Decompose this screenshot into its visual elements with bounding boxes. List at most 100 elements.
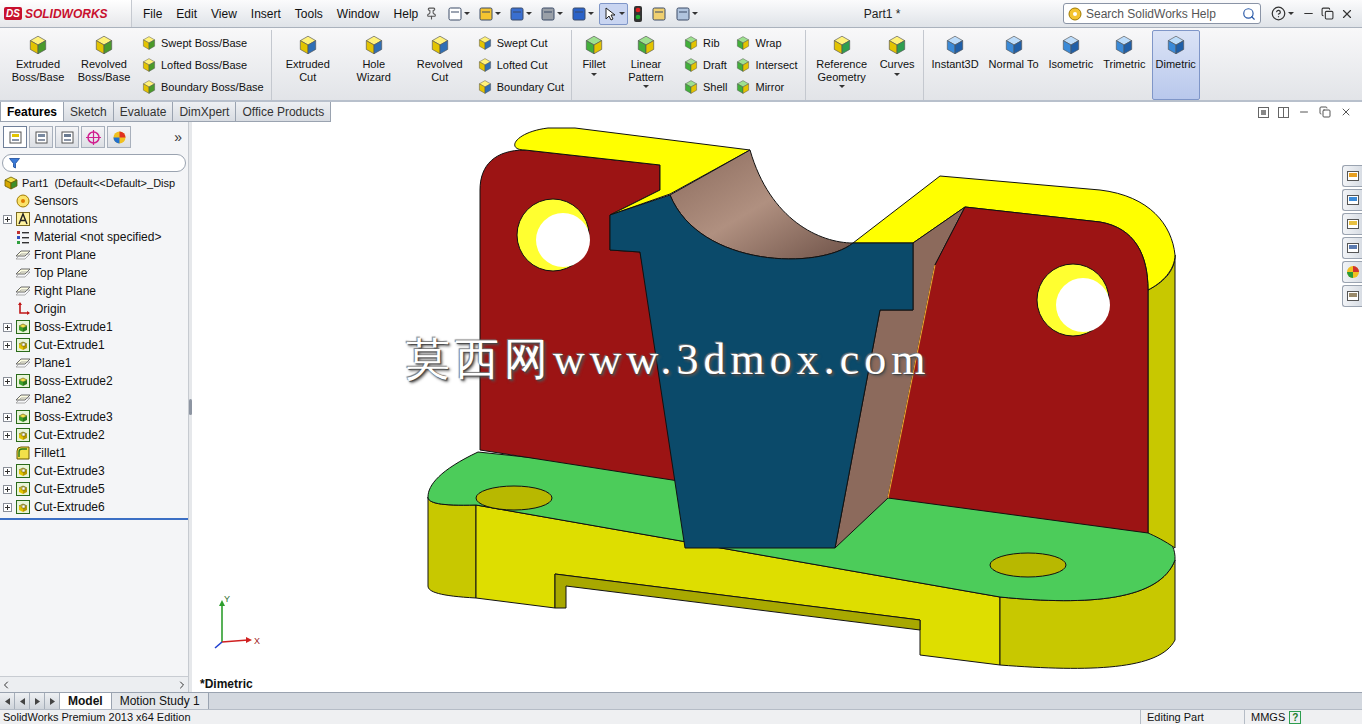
expand-toggle[interactable]: [3, 413, 12, 422]
restore-icon[interactable]: [1321, 7, 1334, 20]
tree-item[interactable]: Origin: [0, 300, 188, 318]
tree-item[interactable]: Cut-Extrude5: [0, 480, 188, 498]
minimize-icon[interactable]: [1298, 106, 1310, 118]
scroll-right-icon[interactable]: [176, 679, 188, 691]
ribbon-small-button[interactable]: Wrap: [735, 35, 797, 51]
quick-button[interactable]: [475, 3, 504, 25]
ribbon-button[interactable]: Revolved Boss/Base: [72, 30, 136, 100]
rollback-bar[interactable]: [0, 518, 188, 520]
ribbon-small-button[interactable]: Swept Boss/Base: [141, 35, 264, 51]
pin-icon[interactable]: [425, 7, 438, 20]
task-pane-tab[interactable]: [1342, 165, 1362, 187]
unit-system[interactable]: MMGS?: [1244, 710, 1362, 724]
task-pane-tab[interactable]: [1342, 189, 1362, 211]
tree-item[interactable]: Boss-Extrude3: [0, 408, 188, 426]
graphics-area[interactable]: 莫西网www.3dmox.comYX*Dimetric: [192, 122, 1362, 692]
tree-item[interactable]: Front Plane: [0, 246, 188, 264]
expand-toggle[interactable]: [3, 485, 12, 494]
quick-button[interactable]: [630, 3, 646, 25]
tree-item[interactable]: Cut-Extrude3: [0, 462, 188, 480]
close-icon[interactable]: [1340, 106, 1352, 118]
tree-item[interactable]: Part1 (Default<<Default>_Disp: [0, 174, 188, 192]
quick-button[interactable]: [568, 3, 597, 25]
ribbon-small-button[interactable]: Mirror: [735, 79, 797, 95]
help-button[interactable]: [1271, 6, 1294, 21]
bottom-tab[interactable]: Motion Study 1: [112, 693, 209, 709]
task-pane-tab[interactable]: [1342, 237, 1362, 259]
ribbon-small-button[interactable]: Rib: [683, 35, 727, 51]
ribbon-button[interactable]: Linear Pattern: [614, 30, 678, 100]
menu-item[interactable]: Edit: [169, 5, 204, 23]
quick-button[interactable]: [599, 3, 628, 25]
task-pane-tab[interactable]: [1342, 285, 1362, 307]
tree-item[interactable]: Plane2: [0, 390, 188, 408]
scroll-left-icon[interactable]: [0, 679, 12, 691]
quick-button[interactable]: [672, 3, 701, 25]
tree-item[interactable]: Fillet1: [0, 444, 188, 462]
expand-toggle[interactable]: [3, 467, 12, 476]
tree-item[interactable]: Cut-Extrude1: [0, 336, 188, 354]
ribbon-small-button[interactable]: Boundary Cut: [477, 79, 564, 95]
quick-button[interactable]: [444, 3, 473, 25]
ribbon-button[interactable]: Trimetric: [1099, 30, 1149, 100]
quick-button[interactable]: [648, 3, 670, 25]
panel-tab[interactable]: [81, 126, 105, 148]
ribbon-small-button[interactable]: Intersect: [735, 57, 797, 73]
ribbon-button[interactable]: Extruded Boss/Base: [6, 30, 70, 100]
horizontal-scrollbar[interactable]: [0, 676, 188, 692]
tile-icon[interactable]: [1258, 107, 1269, 118]
tree-item[interactable]: Annotations: [0, 210, 188, 228]
tree-item[interactable]: Top Plane: [0, 264, 188, 282]
quick-button[interactable]: [506, 3, 535, 25]
quick-button[interactable]: [537, 3, 566, 25]
tree-item[interactable]: Material <not specified>: [0, 228, 188, 246]
command-tab[interactable]: Sketch: [63, 102, 114, 122]
tree-item[interactable]: Cut-Extrude6: [0, 498, 188, 516]
ribbon-button[interactable]: Isometric: [1045, 30, 1098, 100]
menu-item[interactable]: File: [136, 5, 169, 23]
ribbon-button[interactable]: Normal To: [985, 30, 1043, 100]
status-help[interactable]: ?: [1289, 711, 1301, 724]
expand-toggle[interactable]: [3, 341, 12, 350]
expand-toggle[interactable]: [3, 503, 12, 512]
ribbon-small-button[interactable]: Lofted Cut: [477, 57, 564, 73]
menu-item[interactable]: Insert: [244, 5, 288, 23]
menu-item[interactable]: View: [204, 5, 244, 23]
expand-toggle[interactable]: [3, 215, 12, 224]
ribbon-button[interactable]: Curves: [876, 30, 919, 100]
ribbon-small-button[interactable]: Lofted Boss/Base: [141, 57, 264, 73]
magnifier-icon[interactable]: [1242, 7, 1256, 21]
logo[interactable]: DSSOLIDWORKS: [0, 0, 132, 27]
command-tab[interactable]: Office Products: [235, 102, 331, 122]
ribbon-button[interactable]: Dimetric: [1152, 30, 1200, 100]
tree-item[interactable]: Sensors: [0, 192, 188, 210]
bottom-tab[interactable]: Model: [60, 693, 112, 709]
minimize-icon[interactable]: [1302, 7, 1315, 20]
command-tab[interactable]: Evaluate: [113, 102, 174, 122]
tree-filter[interactable]: [2, 154, 186, 172]
menu-item[interactable]: Help: [387, 5, 426, 23]
menu-item[interactable]: Window: [330, 5, 387, 23]
tree-item[interactable]: Boss-Extrude1: [0, 318, 188, 336]
command-tab[interactable]: DimXpert: [172, 102, 236, 122]
tab-nav-button[interactable]: [45, 693, 60, 709]
ribbon-button[interactable]: Hole Wizard: [342, 30, 406, 100]
ribbon-small-button[interactable]: Draft: [683, 57, 727, 73]
tree-item[interactable]: Cut-Extrude2: [0, 426, 188, 444]
panel-tab[interactable]: [29, 126, 53, 148]
expand-toggle[interactable]: [3, 377, 12, 386]
tab-nav-button[interactable]: [0, 693, 15, 709]
close-icon[interactable]: [1340, 7, 1354, 21]
ribbon-small-button[interactable]: Boundary Boss/Base: [141, 79, 264, 95]
panel-tab[interactable]: [107, 126, 131, 148]
command-tab[interactable]: Features: [0, 102, 64, 122]
tree-item[interactable]: Right Plane: [0, 282, 188, 300]
ribbon-small-button[interactable]: Swept Cut: [477, 35, 564, 51]
part-model[interactable]: [192, 122, 1362, 692]
ribbon-button[interactable]: Revolved Cut: [408, 30, 472, 100]
ribbon-button[interactable]: Extruded Cut: [276, 30, 340, 100]
menu-item[interactable]: Tools: [288, 5, 330, 23]
ribbon-button[interactable]: Instant3D: [928, 30, 983, 100]
restore-icon[interactable]: [1319, 106, 1331, 118]
tab-nav-button[interactable]: [30, 693, 45, 709]
